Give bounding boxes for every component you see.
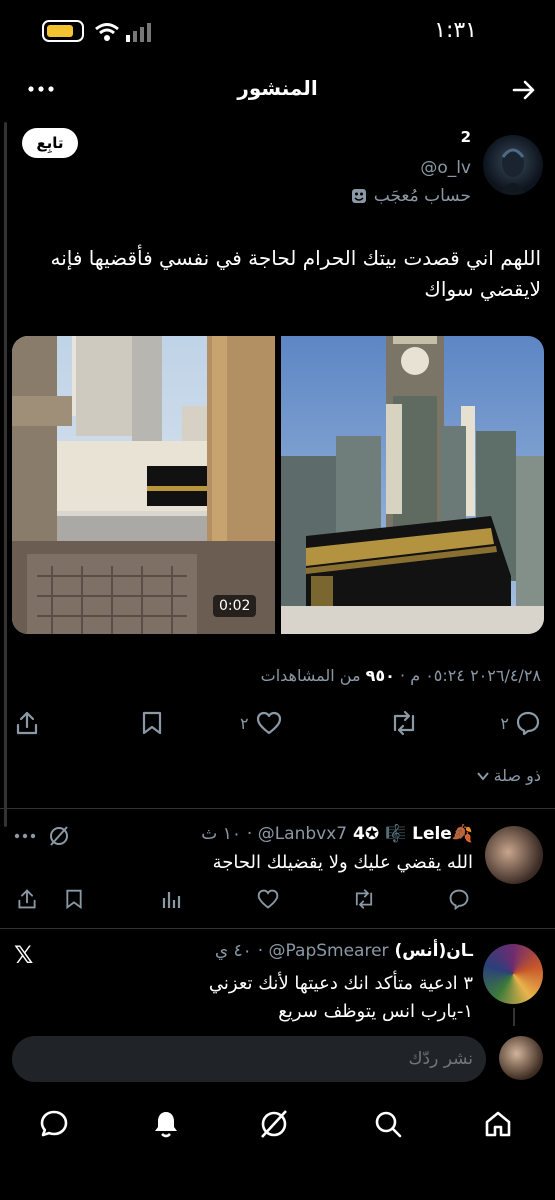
reply-more-button[interactable] — [14, 832, 36, 840]
author-display-name[interactable]: 2 — [461, 128, 471, 146]
repost-action[interactable] — [389, 710, 419, 736]
reply-count: ٢ — [500, 713, 509, 733]
share-icon — [18, 889, 36, 909]
grok-icon — [261, 1110, 287, 1138]
home-icon — [485, 1111, 511, 1137]
video-duration-badge: 0:02 — [213, 595, 257, 617]
views-label: من المشاهدات — [260, 666, 361, 685]
related-label: ذو صلة — [493, 766, 541, 785]
reply-text: ٣ ادعية متأكد انك دعيتها لأنك تعزني ١-يا… — [209, 970, 473, 1026]
grok-icon — [50, 826, 68, 846]
wifi-icon — [95, 23, 119, 41]
x-logo-icon: 𝕏 — [14, 941, 34, 969]
bookmark-action[interactable] — [140, 710, 164, 736]
ellipsis-icon — [14, 833, 36, 839]
scroll-indicator — [4, 122, 7, 827]
reply-text-line: ٣ ادعية متأكد انك دعيتها لأنك تعزني — [208, 973, 473, 994]
reply-repost-action[interactable] — [352, 888, 376, 910]
reply-like-action[interactable] — [256, 888, 280, 910]
battery-icon — [42, 20, 84, 42]
arrow-right-icon — [512, 80, 535, 100]
media-image-courtyard[interactable] — [12, 336, 275, 634]
search-icon — [375, 1111, 402, 1138]
reply-text: الله يقضي عليك ولا يقضيلك الحاجة — [212, 852, 473, 873]
reply-text-line: ١-يارب انس يتوظف سريع — [278, 1001, 473, 1022]
nav-grok[interactable] — [258, 1108, 290, 1140]
nav-messages[interactable] — [38, 1108, 70, 1140]
like-action[interactable]: ٢ — [240, 710, 283, 736]
reply-action[interactable]: ٢ — [500, 710, 541, 736]
page-title: المنشور — [237, 76, 318, 100]
divider — [0, 808, 555, 809]
parody-label-text: حساب مُعجَب — [373, 186, 471, 206]
back-button[interactable] — [511, 77, 537, 103]
reply-composer-placeholder: نشر ردّك — [408, 1049, 473, 1069]
post-meta: ٢٠٢٦/٤/٢٨ ٠٥:٢٤ م · ٩٥٠ من المشاهدات — [260, 666, 541, 685]
reply-display-name: 4✪ 🎼 Lele🍂 — [353, 824, 473, 844]
status-time: ١:٣١ — [434, 18, 477, 43]
heart-icon — [257, 889, 279, 909]
reply-time: ١٠ ث — [201, 824, 241, 844]
thread-connector — [513, 1008, 515, 1026]
parody-label: حساب مُعجَب — [350, 186, 471, 206]
reply-avatar[interactable] — [485, 826, 543, 884]
reply-author[interactable]: ١٠ ث · @Lanbvx7 4✪ 🎼 Lele🍂 — [201, 824, 473, 844]
related-toggle[interactable]: ذو صلة — [476, 766, 541, 785]
signal-icon — [126, 23, 151, 42]
media-image-kaaba[interactable] — [281, 336, 544, 634]
follow-button[interactable]: تابِع — [22, 128, 78, 158]
repost-icon — [355, 889, 373, 909]
reply-share-action[interactable] — [16, 888, 38, 910]
share-icon — [16, 711, 38, 735]
nav-notifications[interactable] — [150, 1108, 182, 1140]
nav-home[interactable] — [482, 1108, 514, 1140]
repost-icon — [393, 710, 415, 736]
reply-display-name: (أنس)ـان — [394, 941, 473, 961]
bookmark-icon — [142, 711, 162, 735]
avatar[interactable] — [483, 135, 543, 195]
masks-icon — [351, 189, 366, 203]
share-action[interactable] — [14, 710, 40, 736]
reply-handle: @Lanbvx7 — [257, 824, 348, 844]
like-count: ٢ — [240, 713, 249, 733]
heart-icon — [256, 711, 281, 735]
post-date-time: ٢٠٢٦/٤/٢٨ ٠٥:٢٤ م — [410, 666, 541, 685]
reply-reply-action[interactable] — [448, 888, 470, 910]
current-user-avatar — [499, 1036, 543, 1080]
post-text: اللهم اني قصدت بيتك الحرام لحاجة في نفسي… — [50, 246, 541, 301]
divider — [0, 928, 555, 929]
reply-author[interactable]: ٤٠ ي · @PapSmearer (أنس)ـان — [215, 941, 473, 961]
views-count: ٩٥٠ — [365, 666, 395, 685]
message-icon — [40, 1110, 68, 1137]
chevron-down-icon — [476, 771, 489, 781]
reply-icon — [449, 889, 469, 910]
reply-bookmark-action[interactable] — [64, 888, 84, 910]
bell-icon — [155, 1112, 177, 1138]
reply-handle: @PapSmearer — [268, 941, 389, 961]
reply-avatar[interactable] — [483, 944, 543, 1004]
bookmark-icon — [66, 889, 82, 910]
reply-views-action[interactable] — [160, 888, 182, 910]
grok-button[interactable] — [48, 825, 70, 847]
nav-search[interactable] — [372, 1108, 404, 1140]
reply-icon — [516, 711, 540, 736]
post-media[interactable] — [12, 336, 544, 634]
bar-chart-icon — [162, 892, 181, 908]
author-handle[interactable]: @o_lv — [420, 158, 471, 178]
reply-time: ٤٠ ي — [214, 941, 252, 961]
